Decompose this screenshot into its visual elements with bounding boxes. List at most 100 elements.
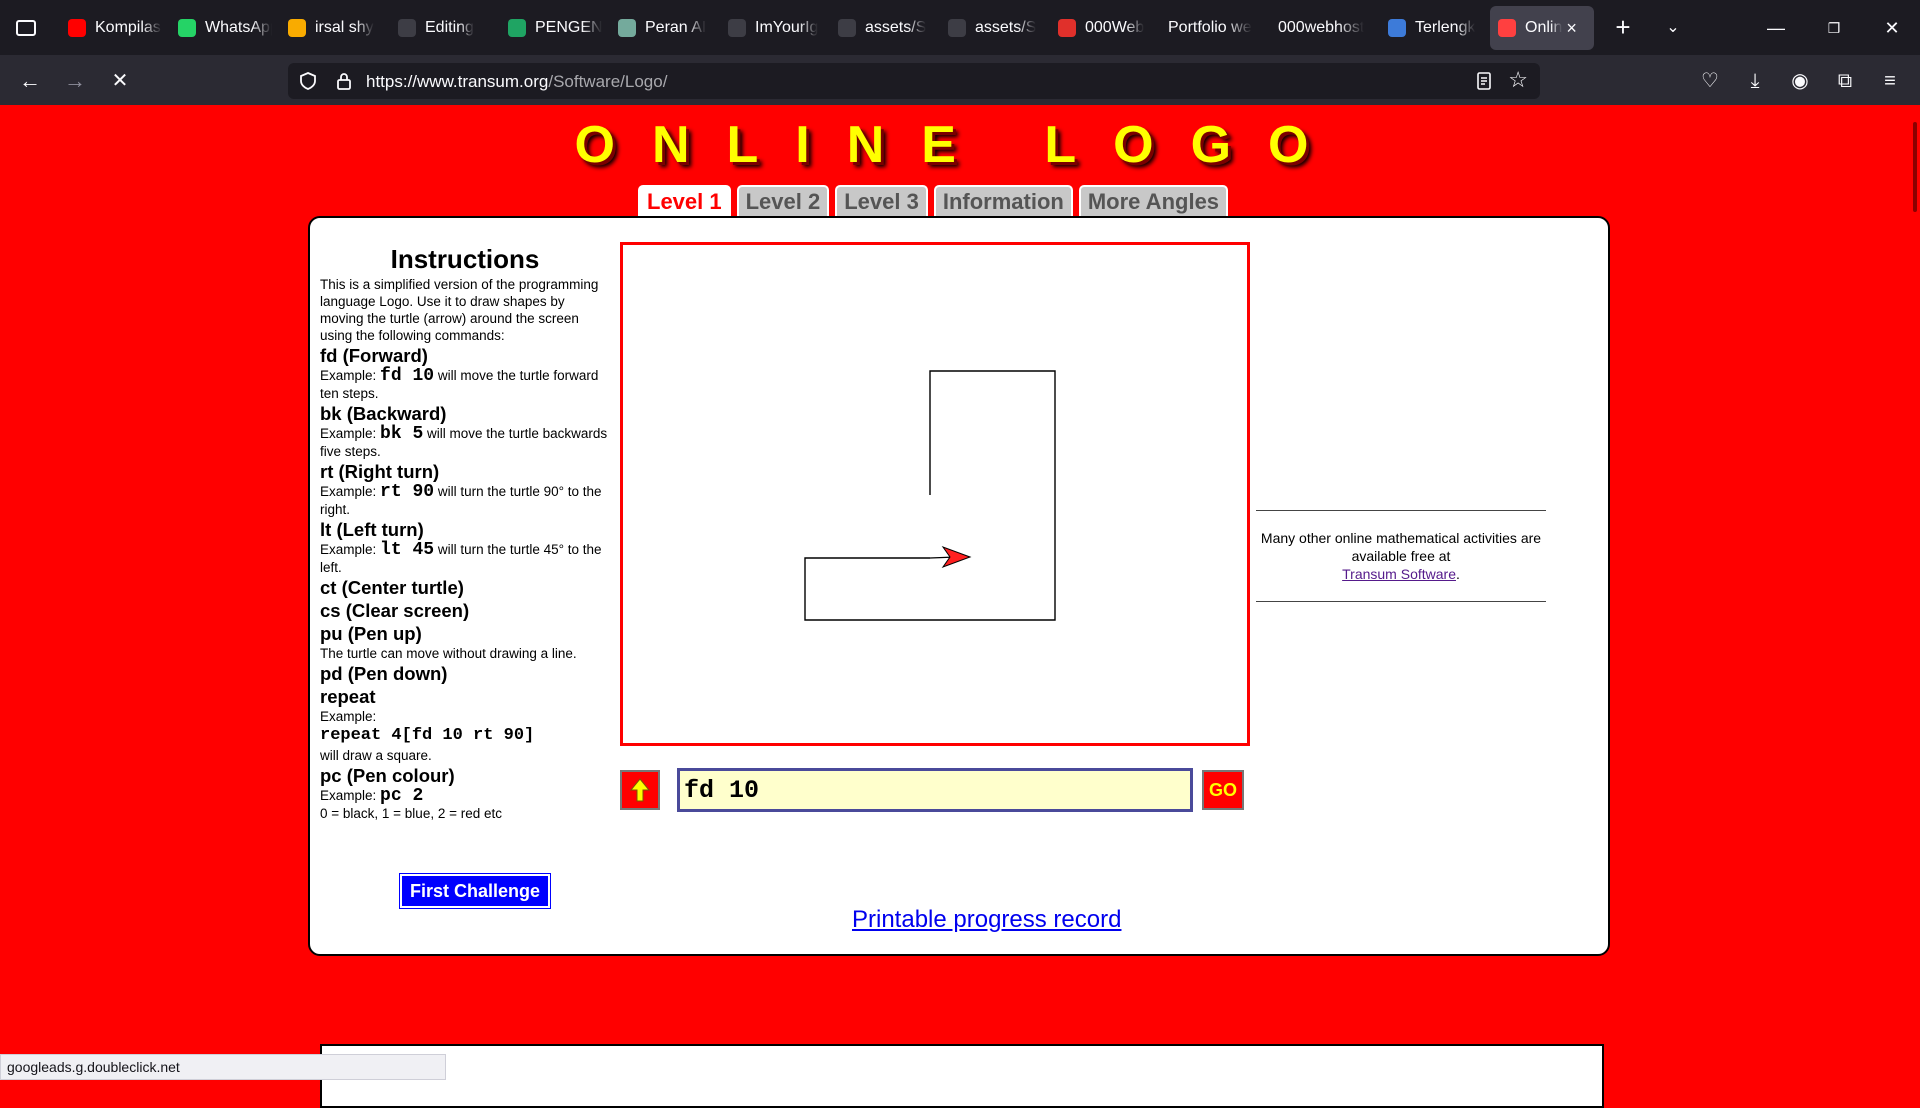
browser-tab[interactable]: Peran AI bbox=[610, 6, 720, 50]
url-text[interactable]: https://www.transum.org/Software/Logo/ bbox=[366, 72, 667, 92]
browser-tab[interactable]: assets/S bbox=[830, 6, 940, 50]
turtle-trail bbox=[804, 370, 1056, 621]
stop-loading-button[interactable]: ✕ bbox=[104, 65, 136, 97]
list-all-tabs-button[interactable] bbox=[10, 12, 42, 44]
browser-tab[interactable]: 000webhost bbox=[1270, 6, 1380, 50]
reader-view-icon[interactable] bbox=[1474, 71, 1494, 91]
example-desc: will draw a square. bbox=[320, 748, 432, 763]
example-label: Example: bbox=[320, 709, 377, 724]
tab-more-angles[interactable]: More Angles bbox=[1078, 185, 1229, 217]
transum-software-link[interactable]: Transum Software bbox=[1342, 566, 1456, 582]
tab-title: 000webhost bbox=[1278, 19, 1365, 36]
cmd-pc-desc: 0 = black, 1 = blue, 2 = red etc bbox=[320, 806, 502, 821]
tab-title: Kompilasi bbox=[95, 19, 162, 36]
browser-tab[interactable]: Editing bbox=[390, 6, 500, 50]
browser-tab[interactable]: irsal shy bbox=[280, 6, 390, 50]
close-tab-icon[interactable]: × bbox=[1566, 18, 1577, 39]
side-note-text: Many other online mathematical activitie… bbox=[1260, 530, 1542, 564]
go-button[interactable]: GO bbox=[1202, 770, 1244, 810]
tab-overflow-button[interactable]: ⌄ bbox=[1658, 14, 1688, 42]
tab-level-1[interactable]: Level 1 bbox=[638, 185, 731, 217]
new-tab-button[interactable]: + bbox=[1608, 14, 1638, 42]
back-button[interactable]: ← bbox=[14, 65, 46, 97]
cmd-bk-example: Example: bk 5 will move the turtle backw… bbox=[320, 425, 610, 460]
example-label: Example: bbox=[320, 542, 377, 557]
code-example: lt 45 bbox=[380, 540, 435, 560]
tabs-icon bbox=[16, 20, 36, 36]
bookmark-star-icon[interactable]: ☆ bbox=[1508, 67, 1528, 93]
tab-title: WhatsApp bbox=[205, 19, 272, 36]
cmd-fd-title: fd (Forward) bbox=[320, 345, 428, 366]
browser-tab[interactable]: 000Web bbox=[1050, 6, 1160, 50]
example-label: Example: bbox=[320, 788, 377, 803]
tab-title: Peran AI bbox=[645, 19, 707, 36]
whatsapp-icon bbox=[178, 19, 196, 37]
tab-title: Terlengk bbox=[1415, 19, 1476, 36]
browser-nav-bar: ← → ✕ https://www.transum.org/Software/L… bbox=[0, 55, 1920, 105]
cmd-pd-title: pd (Pen down) bbox=[320, 663, 448, 684]
menu-icon[interactable]: ≡ bbox=[1876, 67, 1904, 95]
browser-tab[interactable]: Terlengk bbox=[1380, 6, 1490, 50]
browser-tab[interactable]: Kompilasi bbox=[60, 6, 170, 50]
tab-strip: Kompilasi WhatsApp irsal shy Editing PENGEN P… bbox=[60, 6, 1594, 50]
colab-icon bbox=[288, 19, 306, 37]
example-label: Example: bbox=[320, 368, 377, 383]
cmd-fd-example: Example: fd 10 will move the turtle forw… bbox=[320, 367, 610, 402]
browser-tab[interactable]: Onlin × bbox=[1490, 6, 1594, 50]
cmd-lt-title: lt (Left turn) bbox=[320, 519, 424, 540]
tab-title: assets/S bbox=[975, 19, 1037, 36]
printable-progress-link[interactable]: Printable progress record bbox=[852, 906, 1121, 934]
browser-tab[interactable]: ImYourIg bbox=[720, 6, 830, 50]
tab-level-3[interactable]: Level 3 bbox=[835, 185, 928, 217]
first-challenge-button[interactable]: First Challenge bbox=[399, 873, 551, 909]
url-bar[interactable]: https://www.transum.org/Software/Logo/ ☆ bbox=[288, 63, 1540, 99]
forward-button[interactable]: → bbox=[59, 65, 91, 97]
tab-information[interactable]: Information bbox=[933, 185, 1073, 217]
instructions: Instructions This is a simplified versio… bbox=[320, 244, 610, 909]
browser-tab[interactable]: assets/S bbox=[940, 6, 1050, 50]
cmd-pu-title: pu (Pen up) bbox=[320, 623, 422, 644]
shield-icon[interactable] bbox=[298, 71, 318, 91]
turtle-arrow bbox=[929, 545, 972, 569]
github-icon bbox=[838, 19, 856, 37]
command-input[interactable] bbox=[677, 768, 1193, 812]
tab-title: PENGEN bbox=[535, 19, 602, 36]
tab-title: 000Web bbox=[1085, 19, 1145, 36]
github-icon bbox=[948, 19, 966, 37]
status-bar: googleads.g.doubleclick.net bbox=[0, 1054, 446, 1080]
account-icon[interactable]: ◉ bbox=[1786, 67, 1814, 95]
cmd-rt-example: Example: rt 90 will turn the turtle 90° … bbox=[320, 483, 610, 518]
github-icon bbox=[728, 19, 746, 37]
browser-tab[interactable]: PENGEN bbox=[500, 6, 610, 50]
tab-title: Onlin bbox=[1525, 19, 1563, 36]
downloads-icon[interactable]: ⤓ bbox=[1741, 67, 1769, 95]
browser-tab-bar: Kompilasi WhatsApp irsal shy Editing PENGEN P… bbox=[0, 0, 1920, 55]
github-icon bbox=[398, 19, 416, 37]
level-tabs: Level 1 Level 2 Level 3 Information More Ang… bbox=[638, 185, 1229, 217]
minimize-button[interactable]: — bbox=[1756, 14, 1796, 42]
youtube-icon bbox=[68, 19, 86, 37]
google-drive-icon bbox=[508, 19, 526, 37]
code-example: bk 5 bbox=[380, 424, 424, 444]
lock-icon[interactable] bbox=[334, 71, 354, 91]
code-example: repeat 4[fd 10 rt 90] bbox=[320, 726, 535, 745]
close-window-button[interactable]: ✕ bbox=[1872, 14, 1912, 42]
lower-content-box bbox=[320, 1044, 1604, 1108]
cmd-ct-title: ct (Center turtle) bbox=[320, 577, 464, 598]
extensions-icon[interactable]: ⧉ bbox=[1831, 67, 1859, 95]
browser-tab[interactable]: WhatsApp bbox=[170, 6, 280, 50]
restore-button[interactable]: ❐ bbox=[1814, 14, 1854, 42]
chatgpt-icon bbox=[618, 19, 636, 37]
tab-title: Editing bbox=[425, 19, 474, 36]
tab-title: irsal shy bbox=[315, 19, 374, 36]
cmd-rt-title: rt (Right turn) bbox=[320, 461, 440, 482]
browser-tab[interactable]: Portfolio we bbox=[1160, 6, 1270, 50]
tab-level-2[interactable]: Level 2 bbox=[736, 185, 830, 217]
turtle-drawing bbox=[804, 370, 1056, 621]
cmd-pc-title: pc (Pen colour) bbox=[320, 765, 455, 786]
history-up-button[interactable] bbox=[620, 770, 660, 810]
url-host: https://www.transum.org bbox=[366, 72, 549, 91]
page-scrollbar[interactable] bbox=[1913, 122, 1917, 212]
pocket-icon[interactable]: ♡ bbox=[1696, 67, 1724, 95]
turtle-canvas[interactable] bbox=[620, 242, 1250, 746]
